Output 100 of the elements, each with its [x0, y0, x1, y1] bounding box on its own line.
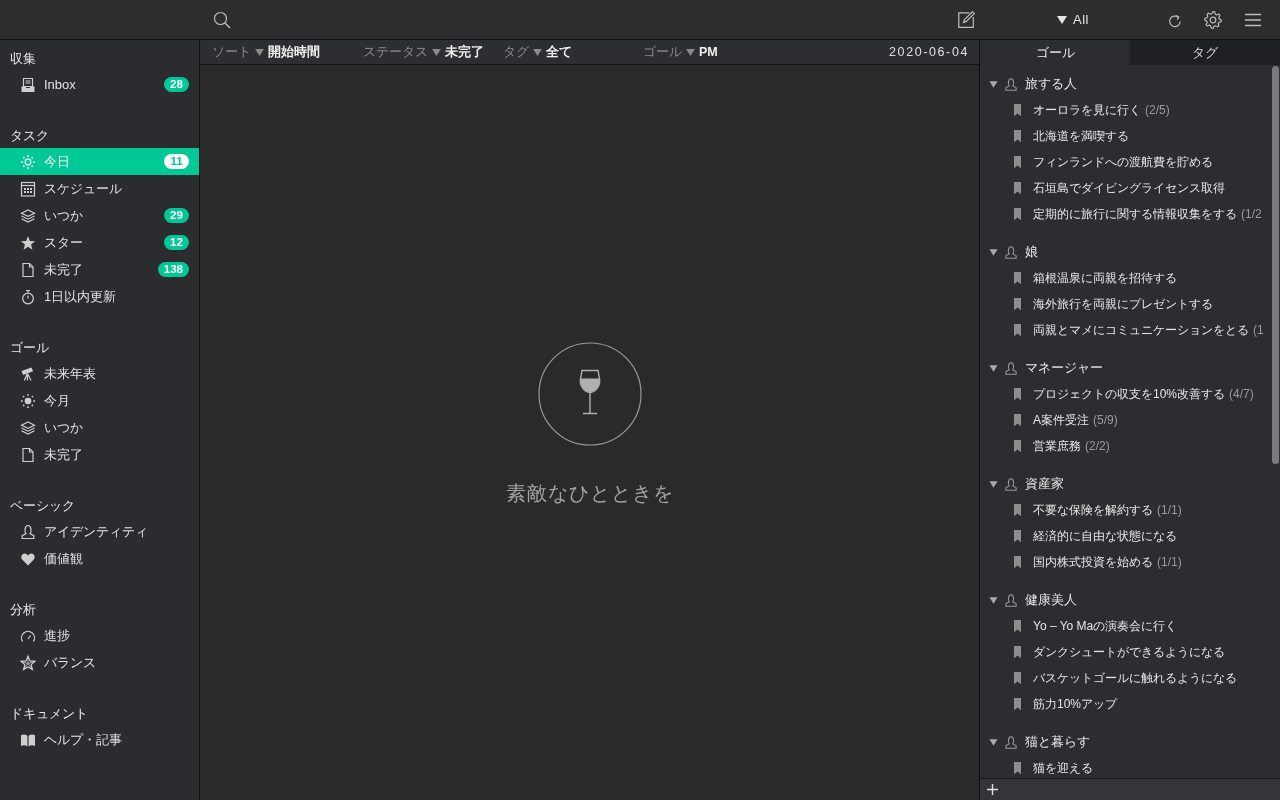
section-heading: タスク: [9, 127, 50, 145]
progress-count: (5/9): [1093, 412, 1118, 429]
inbox-tray-icon: [20, 76, 36, 93]
plus-icon[interactable]: [987, 784, 998, 795]
goal-title[interactable]: 不要な保険を解約する: [1033, 501, 1153, 519]
goal-title[interactable]: プロジェクトの収支を10%改善する: [1033, 385, 1226, 403]
count-badge: 11: [164, 154, 189, 169]
goal-title[interactable]: Yo – Yo Maの演奏会に行く: [1033, 617, 1178, 635]
person-icon: [1004, 592, 1018, 608]
sidebar-item[interactable]: スケジュール: [0, 175, 199, 202]
star-icon: [20, 234, 36, 251]
layers-icon: [20, 419, 36, 436]
expand-triangle-icon[interactable]: [989, 247, 998, 257]
bookmark-icon: [1014, 555, 1021, 569]
goal-title[interactable]: 経済的に自由な状態になる: [1033, 527, 1177, 545]
goal-title[interactable]: 海外旅行を両親にプレゼントする: [1033, 295, 1213, 313]
goal-title[interactable]: 箱根温泉に両親を招待する: [1033, 269, 1177, 287]
progress-count: (2/5): [1145, 102, 1170, 119]
filter-dropdown[interactable]: ゴール PM: [643, 42, 718, 62]
scrollbar-thumb[interactable]: [1272, 66, 1279, 464]
sidebar-item[interactable]: 今月: [0, 387, 199, 414]
settings-icon[interactable]: [1204, 10, 1222, 29]
section-heading: ゴール: [9, 339, 50, 357]
goal-title[interactable]: 北海道を満喫する: [1033, 127, 1129, 145]
person-icon: [20, 523, 36, 540]
person-icon: [1004, 734, 1018, 750]
filter-dropdown[interactable]: ソート 開始時間: [212, 42, 320, 62]
sidebar-item[interactable]: 進捗: [0, 622, 199, 649]
count-badge: 29: [164, 208, 189, 223]
sidebar-item[interactable]: スター 12: [0, 229, 199, 256]
goal-group-title[interactable]: 旅する人: [1025, 74, 1077, 94]
goal-group-title[interactable]: 資産家: [1025, 474, 1064, 494]
filter-dropdown[interactable]: ステータス 未完了: [363, 42, 484, 62]
caret-icon: [432, 48, 441, 56]
goal-title[interactable]: バスケットゴールに触れるようになる: [1033, 669, 1237, 687]
bookmark-icon: [1014, 297, 1021, 311]
sidebar-item[interactable]: 1日以内更新: [0, 283, 199, 310]
bookmark-icon: [1014, 671, 1021, 685]
bookmark-icon: [1014, 103, 1021, 117]
count-badge: 138: [157, 262, 189, 277]
section-heading: ドキュメント: [9, 705, 89, 723]
sidebar-item[interactable]: 未来年表: [0, 360, 199, 387]
bookmark-icon: [1014, 439, 1021, 453]
search-icon[interactable]: [213, 10, 231, 29]
menu-icon[interactable]: [1244, 12, 1262, 27]
goal-group-title[interactable]: 健康美人: [1025, 590, 1077, 610]
expand-triangle-icon[interactable]: [989, 79, 998, 89]
goal-title[interactable]: 営業庶務: [1033, 437, 1081, 455]
sidebar-item[interactable]: いつか 29: [0, 202, 199, 229]
bookmark-icon: [1014, 645, 1021, 659]
goal-title[interactable]: 国内株式投資を始める: [1033, 553, 1153, 571]
view-filter-dropdown[interactable]: All: [1057, 9, 1089, 30]
goal-title[interactable]: フィンランドへの渡航費を貯める: [1033, 153, 1213, 171]
bookmark-icon: [1014, 503, 1021, 517]
date-label: 2020-06-04: [889, 43, 969, 61]
progress-count: (1/1): [1157, 554, 1182, 571]
goal-title[interactable]: オーロラを見に行く: [1033, 101, 1141, 119]
expand-triangle-icon[interactable]: [989, 737, 998, 747]
goal-title[interactable]: A案件受注: [1033, 411, 1089, 429]
sidebar-item[interactable]: 価値観: [0, 545, 199, 572]
bookmark-icon: [1014, 761, 1021, 775]
bookmark-icon: [1014, 181, 1021, 195]
bookmark-icon: [1014, 129, 1021, 143]
person-icon: [1004, 360, 1018, 376]
expand-triangle-icon[interactable]: [989, 479, 998, 489]
compose-icon[interactable]: [957, 10, 975, 29]
stopwatch-icon: [20, 288, 36, 305]
sidebar-item[interactable]: アイデンティティ: [0, 518, 199, 545]
sun-icon: [20, 392, 36, 409]
bookmark-icon: [1014, 323, 1021, 337]
wine-glass-icon: [537, 342, 642, 446]
section-heading: ベーシック: [9, 497, 76, 515]
goal-group-title[interactable]: 娘: [1025, 242, 1038, 262]
sidebar-item[interactable]: バランス: [0, 649, 199, 676]
progress-count: (4/7): [1229, 386, 1254, 403]
goal-title[interactable]: 筋力10%アップ: [1033, 695, 1118, 713]
goal-title[interactable]: 石垣島でダイビングライセンス取得: [1033, 179, 1225, 197]
goal-group-title[interactable]: 猫と暮らす: [1025, 732, 1090, 752]
bookmark-icon: [1014, 155, 1021, 169]
sidebar-item[interactable]: 未完了: [0, 441, 199, 468]
progress-count: (1/2: [1241, 206, 1262, 223]
filter-dropdown[interactable]: タグ 全て: [503, 42, 572, 62]
document-icon: [20, 261, 36, 278]
expand-triangle-icon[interactable]: [989, 363, 998, 373]
goal-title[interactable]: 猫を迎える: [1033, 759, 1093, 777]
progress-count: (1: [1253, 322, 1264, 339]
sidebar-item[interactable]: 未完了 138: [0, 256, 199, 283]
goal-title[interactable]: 定期的に旅行に関する情報収集をする: [1033, 205, 1237, 223]
goal-title[interactable]: ダンクシュートができるようになる: [1033, 643, 1225, 661]
caret-icon: [1057, 15, 1067, 24]
goal-group-title[interactable]: マネージャー: [1025, 358, 1103, 378]
goal-title[interactable]: 両親とマメにコミュニケーションをとる: [1033, 321, 1249, 339]
panel-tab[interactable]: タグ: [1130, 40, 1280, 65]
sidebar-item[interactable]: ヘルプ・記事: [0, 726, 199, 753]
expand-triangle-icon[interactable]: [989, 595, 998, 605]
telescope-icon: [20, 365, 36, 382]
sidebar-item[interactable]: Inbox 28: [0, 71, 199, 98]
bookmark-icon: [1014, 207, 1021, 221]
sidebar-item[interactable]: いつか: [0, 414, 199, 441]
progress-count: (2/2): [1085, 438, 1110, 455]
